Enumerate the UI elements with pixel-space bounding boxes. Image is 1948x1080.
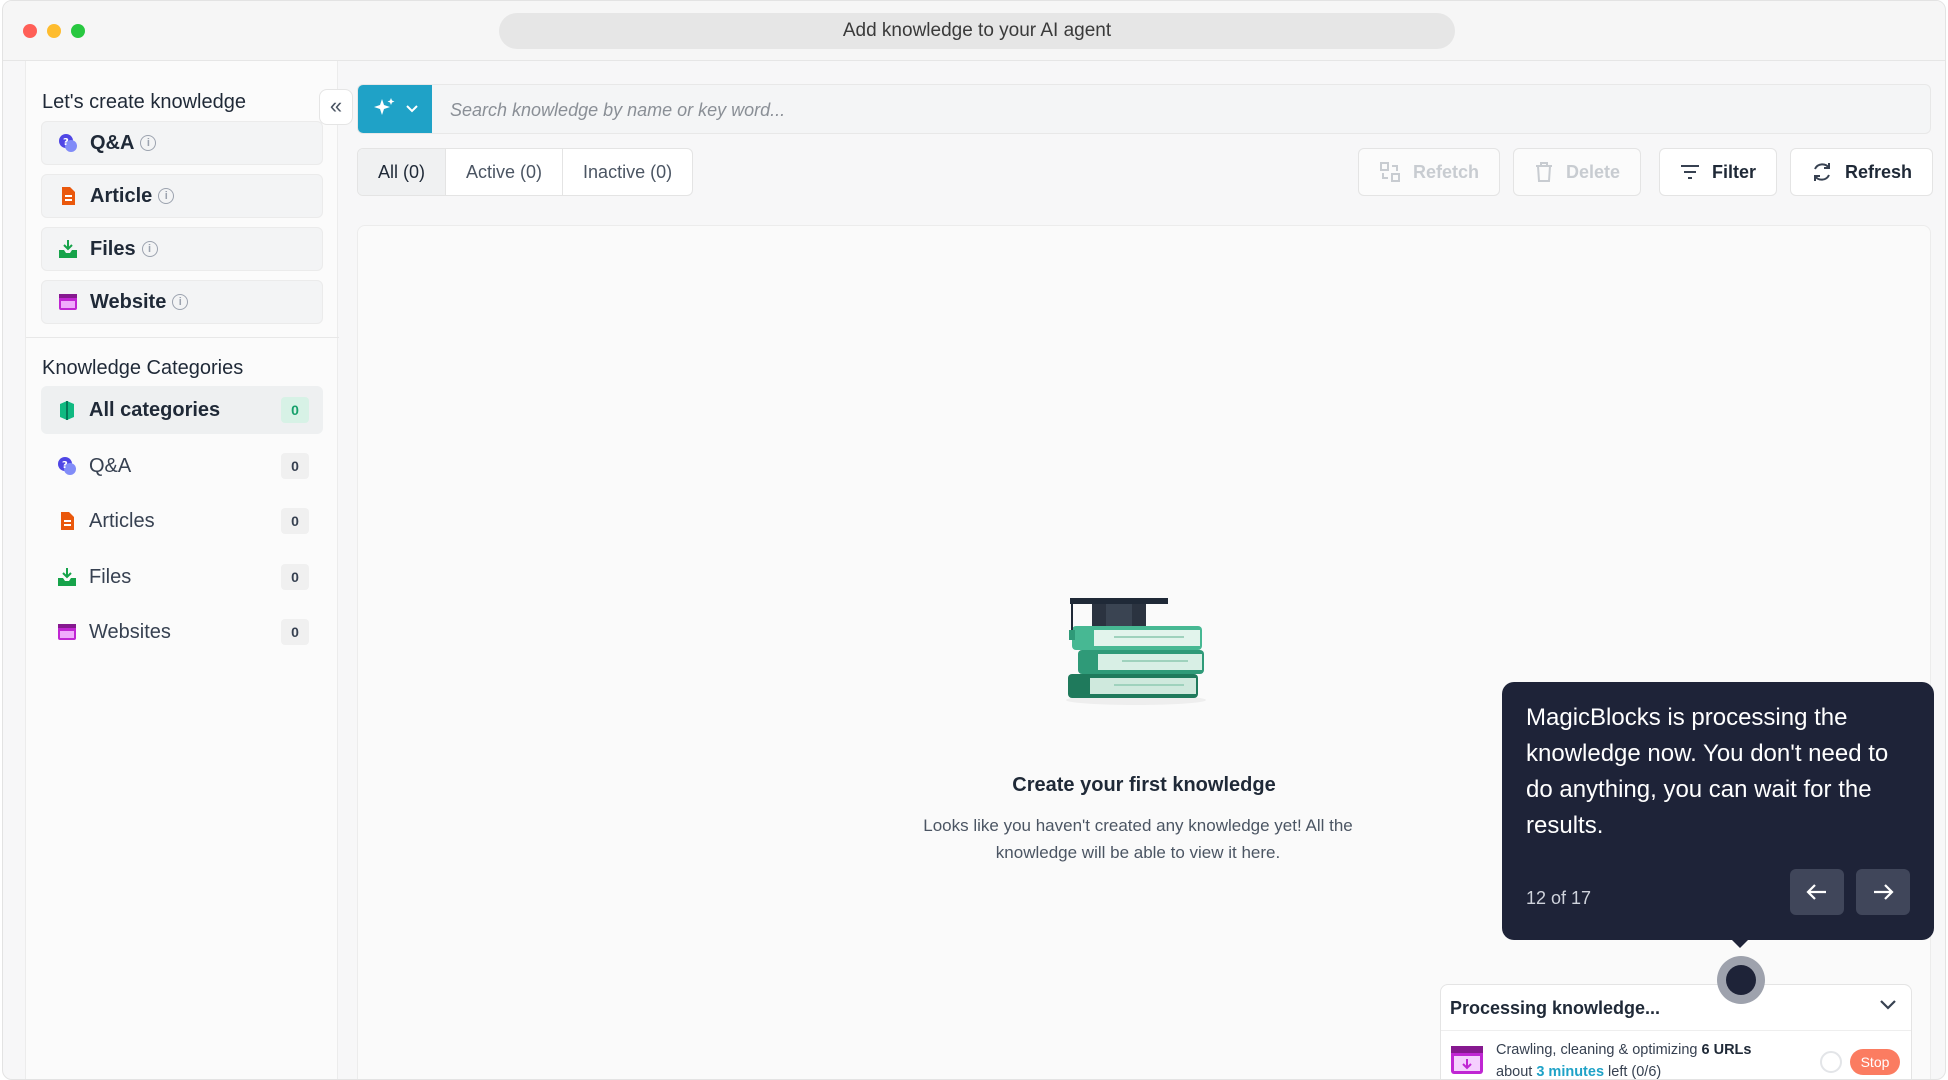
refetch-button[interactable]: Refetch bbox=[1358, 148, 1501, 196]
info-icon[interactable]: i bbox=[141, 241, 158, 257]
processing-line1-prefix: Crawling, cleaning & optimizing bbox=[1496, 1042, 1702, 1058]
create-qa-button[interactable]: ? Q&A i bbox=[41, 121, 323, 165]
create-knowledge-title: Let's create knowledge bbox=[42, 91, 246, 113]
loading-spinner-icon bbox=[1820, 1051, 1842, 1073]
tour-previous-button[interactable] bbox=[1790, 869, 1844, 915]
files-icon bbox=[58, 568, 76, 586]
category-count: 0 bbox=[281, 453, 309, 479]
category-qa[interactable]: ? Q&A 0 bbox=[41, 442, 323, 490]
create-files-button[interactable]: Files i bbox=[41, 227, 323, 271]
close-window-button[interactable] bbox=[23, 24, 37, 38]
sparkle-icon bbox=[374, 98, 395, 115]
title-bar: Add knowledge to your AI agent bbox=[3, 1, 1945, 61]
maximize-window-button[interactable] bbox=[71, 24, 85, 38]
knowledge-categories-title: Knowledge Categories bbox=[42, 357, 244, 379]
chevron-down-icon[interactable] bbox=[1879, 999, 1897, 1011]
svg-text:?: ? bbox=[63, 137, 69, 148]
processing-job: Crawling, cleaning & optimizing 6 URLs a… bbox=[1450, 1037, 1910, 1080]
files-icon bbox=[59, 240, 77, 258]
category-count: 0 bbox=[281, 619, 309, 645]
delete-label: Delete bbox=[1566, 161, 1621, 182]
refresh-icon bbox=[1814, 163, 1830, 181]
processing-line2-prefix: about bbox=[1496, 1064, 1537, 1080]
refresh-button[interactable]: Refresh bbox=[1790, 148, 1934, 196]
all-categories-icon bbox=[60, 401, 74, 420]
website-icon bbox=[58, 624, 76, 640]
category-count: 0 bbox=[281, 397, 309, 423]
chevron-down-icon bbox=[406, 105, 418, 113]
info-icon[interactable]: i bbox=[172, 294, 189, 310]
trash-icon bbox=[1536, 162, 1552, 182]
refetch-icon bbox=[1380, 162, 1400, 182]
category-label: All categories bbox=[89, 398, 221, 421]
category-articles[interactable]: Articles 0 bbox=[41, 497, 323, 545]
tour-step-counter: 12 of 17 bbox=[1526, 888, 1592, 908]
create-qa-label: Q&A bbox=[90, 131, 135, 154]
category-label: Files bbox=[89, 565, 132, 588]
tour-beacon[interactable] bbox=[1717, 956, 1765, 1004]
tour-tooltip-arrow bbox=[1731, 939, 1749, 948]
qa-icon: ? bbox=[58, 457, 76, 475]
processing-header[interactable]: Processing knowledge... bbox=[1441, 985, 1911, 1031]
minimize-window-button[interactable] bbox=[47, 24, 61, 38]
category-label: Q&A bbox=[89, 454, 132, 477]
create-article-button[interactable]: Article i bbox=[41, 174, 323, 218]
search-input[interactable] bbox=[450, 97, 1850, 123]
sidebar: Let's create knowledge ? Q&A i Article i… bbox=[25, 61, 339, 1079]
sidebar-divider bbox=[26, 337, 339, 338]
category-files[interactable]: Files 0 bbox=[41, 553, 323, 601]
processing-time-left: 3 minutes bbox=[1536, 1064, 1605, 1080]
create-files-label: Files bbox=[90, 237, 136, 260]
category-count: 0 bbox=[281, 564, 309, 590]
processing-panel: Processing knowledge... Crawling, cleani… bbox=[1440, 984, 1912, 1080]
tour-message: MagicBlocks is processing the knowledge … bbox=[1526, 704, 1889, 839]
tab-all[interactable]: All (0) bbox=[358, 149, 447, 195]
ai-search-toggle[interactable] bbox=[358, 85, 432, 133]
refetch-label: Refetch bbox=[1413, 161, 1480, 182]
refresh-label: Refresh bbox=[1845, 161, 1913, 182]
qa-icon: ? bbox=[59, 134, 77, 152]
tour-tooltip: MagicBlocks is processing the knowledge … bbox=[1502, 682, 1934, 940]
search-bar bbox=[357, 84, 1931, 134]
category-label: Articles bbox=[89, 509, 155, 532]
website-icon bbox=[1451, 1046, 1483, 1074]
website-icon bbox=[59, 294, 77, 310]
create-article-label: Article bbox=[90, 184, 153, 207]
category-all[interactable]: All categories 0 bbox=[41, 386, 323, 434]
delete-button[interactable]: Delete bbox=[1513, 148, 1642, 196]
tour-next-button[interactable] bbox=[1856, 869, 1910, 915]
tab-inactive[interactable]: Inactive (0) bbox=[563, 149, 692, 195]
tour-beacon-dot bbox=[1726, 965, 1756, 995]
category-count: 0 bbox=[281, 508, 309, 534]
filter-button[interactable]: Filter bbox=[1659, 148, 1778, 196]
address-bar[interactable]: Add knowledge to your AI agent bbox=[499, 13, 1455, 49]
svg-text:?: ? bbox=[62, 460, 68, 471]
knowledge-list-area: Create your first knowledge Looks like y… bbox=[357, 225, 1931, 1079]
processing-progress: left (0/6) bbox=[1604, 1064, 1662, 1080]
status-tabs: All (0) Active (0) Inactive (0) bbox=[357, 148, 694, 196]
browser-window: Add knowledge to your AI agent Let's cre… bbox=[2, 0, 1946, 1080]
processing-status: Crawling, cleaning & optimizing 6 URLs a… bbox=[1496, 1039, 1752, 1080]
category-websites[interactable]: Websites 0 bbox=[41, 608, 323, 656]
empty-state-description: Looks like you haven't created any knowl… bbox=[923, 816, 1353, 862]
filter-icon bbox=[1681, 165, 1699, 179]
books-illustration bbox=[1066, 598, 1206, 705]
tab-active[interactable]: Active (0) bbox=[446, 149, 564, 195]
create-website-label: Website bbox=[90, 290, 167, 313]
info-icon[interactable]: i bbox=[158, 188, 175, 204]
collapse-sidebar-button[interactable]: « bbox=[319, 89, 353, 125]
article-icon bbox=[62, 187, 75, 205]
processing-url-count: 6 URLs bbox=[1701, 1042, 1752, 1058]
info-icon[interactable]: i bbox=[140, 135, 157, 151]
stop-processing-button[interactable]: Stop bbox=[1850, 1049, 1900, 1075]
arrow-right-icon bbox=[1874, 884, 1894, 900]
create-website-button[interactable]: Website i bbox=[41, 280, 323, 324]
category-label: Websites bbox=[89, 620, 171, 643]
processing-title: Processing knowledge... bbox=[1450, 998, 1661, 1018]
arrow-left-icon bbox=[1806, 884, 1826, 900]
filter-label: Filter bbox=[1712, 161, 1757, 182]
article-icon bbox=[61, 512, 74, 530]
